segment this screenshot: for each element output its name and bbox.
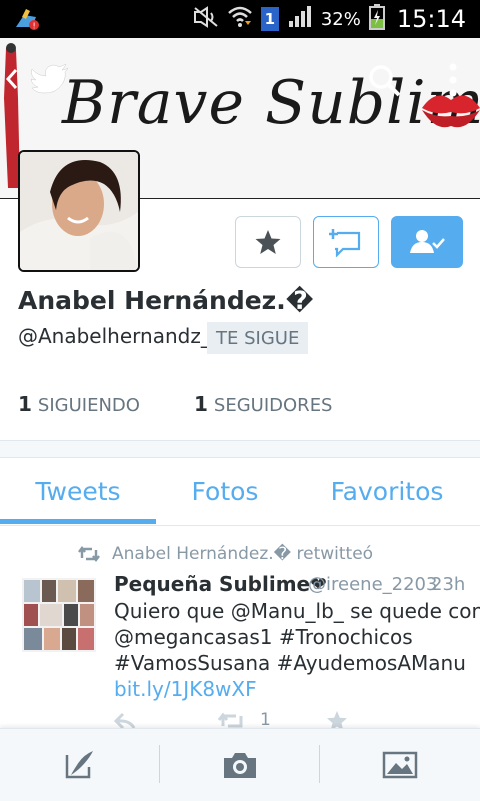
profile-avatar[interactable] (18, 150, 140, 272)
gallery-button[interactable] (320, 729, 480, 801)
signal-icon (287, 5, 313, 33)
avatar-photo (20, 152, 138, 270)
tweet-author-avatar[interactable] (22, 578, 96, 652)
profile-handle: @Anabelhernandz_ (18, 324, 211, 348)
compose-icon (65, 751, 93, 779)
tweet-author-handle[interactable]: @ireene_2203 (308, 574, 437, 595)
svg-text:!: ! (33, 22, 36, 31)
following-button[interactable] (391, 216, 463, 268)
mute-icon (193, 6, 219, 32)
wifi-icon (227, 5, 253, 33)
search-icon[interactable] (368, 64, 402, 98)
status-bar: ! 1 32% 15:14 (0, 0, 480, 38)
bottom-action-bar (0, 728, 480, 801)
tab-tweets[interactable]: Tweets (0, 457, 156, 525)
active-tab-indicator (0, 519, 156, 524)
favorite-user-button[interactable] (235, 216, 301, 268)
collage-avatar-image (22, 578, 96, 652)
tab-favorites[interactable]: Favoritos (294, 457, 480, 525)
following-stat[interactable]: 1 SIGUIENDO (18, 392, 140, 416)
tab-photos[interactable]: Fotos (156, 457, 294, 525)
profile-tabs: Tweets Fotos Favoritos (0, 457, 480, 526)
tweet-link[interactable]: bit.ly/1JK8wXF (114, 676, 474, 702)
direct-message-button[interactable] (313, 216, 379, 268)
battery-percent: 32% (320, 8, 361, 30)
tweet-text-line: Quiero que @Manu_lb_ se quede con (114, 599, 480, 623)
notification-icon: ! (14, 7, 40, 31)
user-following-icon (410, 230, 445, 253)
tweet-body: Quiero que @Manu_lb_ se quede con @megan… (114, 598, 480, 702)
battery-charging-icon (368, 4, 385, 34)
star-icon (255, 230, 281, 254)
message-icon (329, 229, 361, 257)
clock: 15:14 (396, 5, 466, 33)
tweet-actions: 1 (114, 708, 414, 728)
gallery-icon (382, 751, 418, 779)
camera-button[interactable] (160, 729, 320, 801)
favorite-icon[interactable] (326, 710, 348, 728)
retweet-context: Anabel Hernández.� retwitteó (78, 544, 373, 564)
following-label: SIGUIENDO (37, 395, 140, 416)
top-action-bar (0, 38, 480, 118)
retweet-icon (78, 546, 100, 562)
followers-count: 1 (194, 392, 208, 416)
tweet-text-line: #VamosSusana #AyudemosAManu (114, 651, 466, 675)
back-arrow-icon[interactable] (4, 68, 20, 90)
camera-icon (224, 753, 256, 778)
retweet-count: 1 (260, 710, 271, 728)
sim-indicator: 1 (260, 7, 279, 31)
section-divider (0, 440, 480, 458)
followers-stat[interactable]: 1 SEGUIDORES (194, 392, 333, 416)
retweet-action-icon[interactable] (218, 712, 246, 728)
tweet-author-name[interactable]: Pequeña Sublime❤ (114, 572, 327, 596)
tweet-text-line: @megancasas1 #Tronochicos (114, 625, 413, 649)
reply-icon[interactable] (114, 712, 136, 728)
follows-you-badge: TE SIGUE (207, 322, 309, 354)
retweeted-by-text: Anabel Hernández.� retwitteó (112, 544, 374, 564)
following-count: 1 (18, 392, 32, 416)
tweet-timestamp: 23h (431, 574, 466, 595)
twitter-bird-icon[interactable] (30, 64, 70, 96)
more-options-icon[interactable] (446, 62, 460, 98)
profile-name: Anabel Hernández.� (18, 286, 314, 315)
compose-tweet-button[interactable] (0, 729, 160, 801)
followers-label: SEGUIDORES (213, 395, 333, 416)
